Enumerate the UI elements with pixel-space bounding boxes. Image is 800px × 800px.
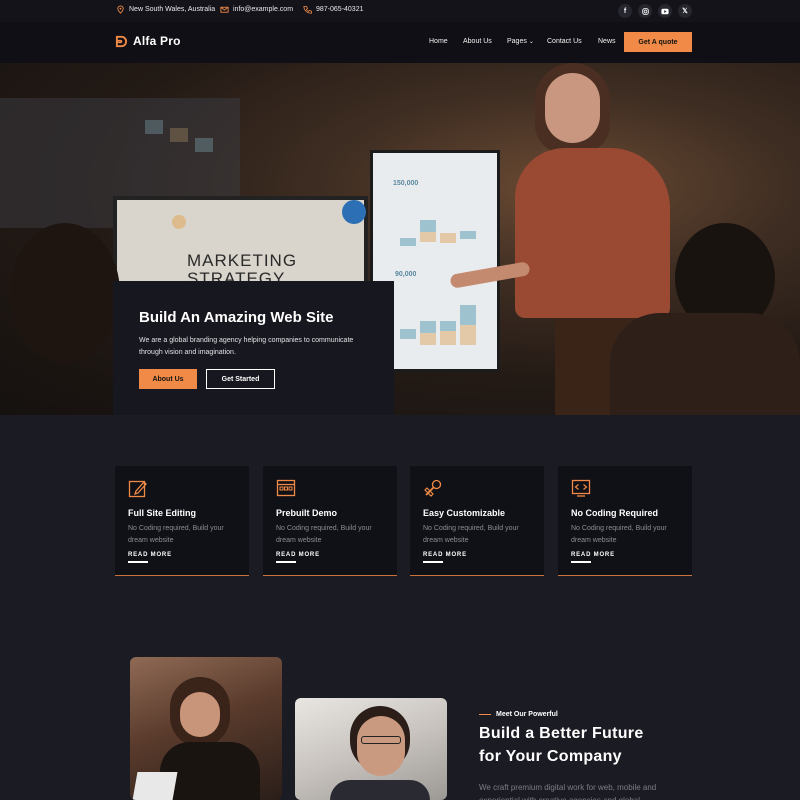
screen-text-line-1: MARKETING	[187, 251, 298, 270]
hero-card: Build An Amazing Web Site We are a globa…	[113, 281, 394, 415]
businessman-photo	[295, 698, 447, 800]
feature-title: Prebuilt Demo	[276, 508, 338, 518]
feature-card-no-coding-required: No Coding Required No Coding required, B…	[558, 466, 692, 576]
nav-about-us[interactable]: About Us	[463, 38, 492, 45]
feature-title: Full Site Editing	[128, 508, 196, 518]
team-photo	[130, 657, 282, 800]
layout-icon	[276, 479, 296, 497]
mail-icon	[220, 6, 229, 13]
phone-info[interactable]: 987-065-40321	[303, 5, 364, 14]
email-text[interactable]: info@example.com	[233, 6, 293, 13]
read-more-link[interactable]: READ MORE	[571, 552, 615, 558]
feature-description: No Coding required, Build your dream web…	[128, 525, 224, 544]
read-more-link[interactable]: READ MORE	[276, 552, 320, 558]
read-more-underline	[128, 561, 148, 563]
screen-number-1: 150,000	[393, 180, 419, 187]
section-description: We craft premium digital work for web, m…	[479, 783, 657, 800]
youtube-icon[interactable]	[658, 4, 672, 18]
read-more-underline	[276, 561, 296, 563]
eyebrow-line	[479, 713, 491, 716]
nav-pages[interactable]: Pages ⌄	[507, 38, 534, 45]
hero-banner: MARKETING STRATEGY 150,000 90,000 Build …	[0, 63, 800, 415]
phone-text[interactable]: 987-065-40321	[316, 6, 364, 13]
feature-description: No Coding required, Build your dream web…	[276, 525, 372, 544]
instagram-icon[interactable]	[638, 4, 652, 18]
audience-head-left	[10, 223, 120, 363]
logo-icon	[115, 35, 128, 47]
read-more-underline	[423, 561, 443, 563]
read-more-link[interactable]: READ MORE	[423, 552, 467, 558]
section-title-line-1: Build a Better Future	[479, 725, 644, 742]
edit-icon	[128, 480, 147, 498]
screen-number-2: 90,000	[395, 271, 417, 278]
feature-title: No Coding Required	[571, 508, 658, 518]
x-icon[interactable]: 𝕏	[678, 4, 692, 18]
about-us-button[interactable]: About Us	[139, 369, 197, 389]
read-more-link[interactable]: READ MORE	[128, 552, 172, 558]
logo-text: Alfa Pro	[133, 34, 181, 48]
nav-home[interactable]: Home	[429, 38, 448, 45]
nav-pages-label: Pages	[507, 38, 527, 45]
chevron-down-icon: ⌄	[528, 39, 534, 45]
read-more-underline	[571, 561, 591, 563]
feature-title: Easy Customizable	[423, 508, 506, 518]
email-info[interactable]: info@example.com	[220, 5, 293, 14]
feature-description: No Coding required, Build your dream web…	[571, 525, 667, 544]
logo[interactable]: Alfa Pro	[115, 34, 181, 48]
eyebrow-text: Meet Our Powerful	[496, 711, 558, 718]
section-eyebrow: Meet Our Powerful	[479, 711, 558, 718]
nav-news[interactable]: News	[598, 38, 616, 45]
facebook-icon[interactable]: f	[618, 4, 632, 18]
tools-icon	[424, 479, 442, 497]
hero-description: We are a global branding agency helping …	[139, 337, 354, 356]
get-started-button[interactable]: Get Started	[206, 369, 275, 389]
nav-contact-us[interactable]: Contact Us	[547, 38, 582, 45]
feature-card-prebuilt-demo: Prebuilt Demo No Coding required, Build …	[263, 466, 397, 576]
get-quote-button[interactable]: Get A quote	[624, 32, 692, 52]
feature-card-easy-customizable: Easy Customizable No Coding required, Bu…	[410, 466, 544, 576]
audience-body-right	[610, 313, 800, 415]
main-navigation: Alfa Pro Home About Us Pages ⌄ Contact U…	[0, 22, 800, 63]
location-text: New South Wales, Australia	[129, 6, 216, 13]
phone-icon	[303, 5, 312, 14]
section-title: Build a Better Future for Your Company	[479, 722, 699, 768]
top-bar: New South Wales, Australia info@example.…	[0, 0, 800, 22]
feature-card-full-site-editing: Full Site Editing No Coding required, Bu…	[115, 466, 249, 576]
location-icon	[117, 5, 124, 14]
code-icon	[571, 479, 591, 497]
feature-description: No Coding required, Build your dream web…	[423, 525, 519, 544]
section-title-line-2: for Your Company	[479, 748, 622, 765]
location-info: New South Wales, Australia	[116, 5, 215, 14]
hero-title: Build An Amazing Web Site	[139, 309, 334, 326]
